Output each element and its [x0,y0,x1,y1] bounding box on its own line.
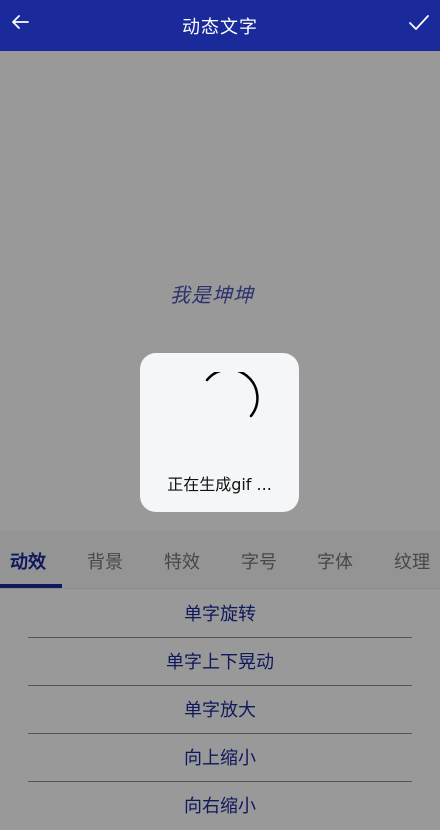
checkmark-icon[interactable] [408,13,430,33]
top-app-bar: 动态文字 [0,0,440,51]
loading-dialog: 正在生成gif ... [140,353,299,512]
loading-message: 正在生成gif ... [167,475,272,494]
loading-spinner-icon [205,372,259,418]
page-title: 动态文字 [182,17,258,38]
